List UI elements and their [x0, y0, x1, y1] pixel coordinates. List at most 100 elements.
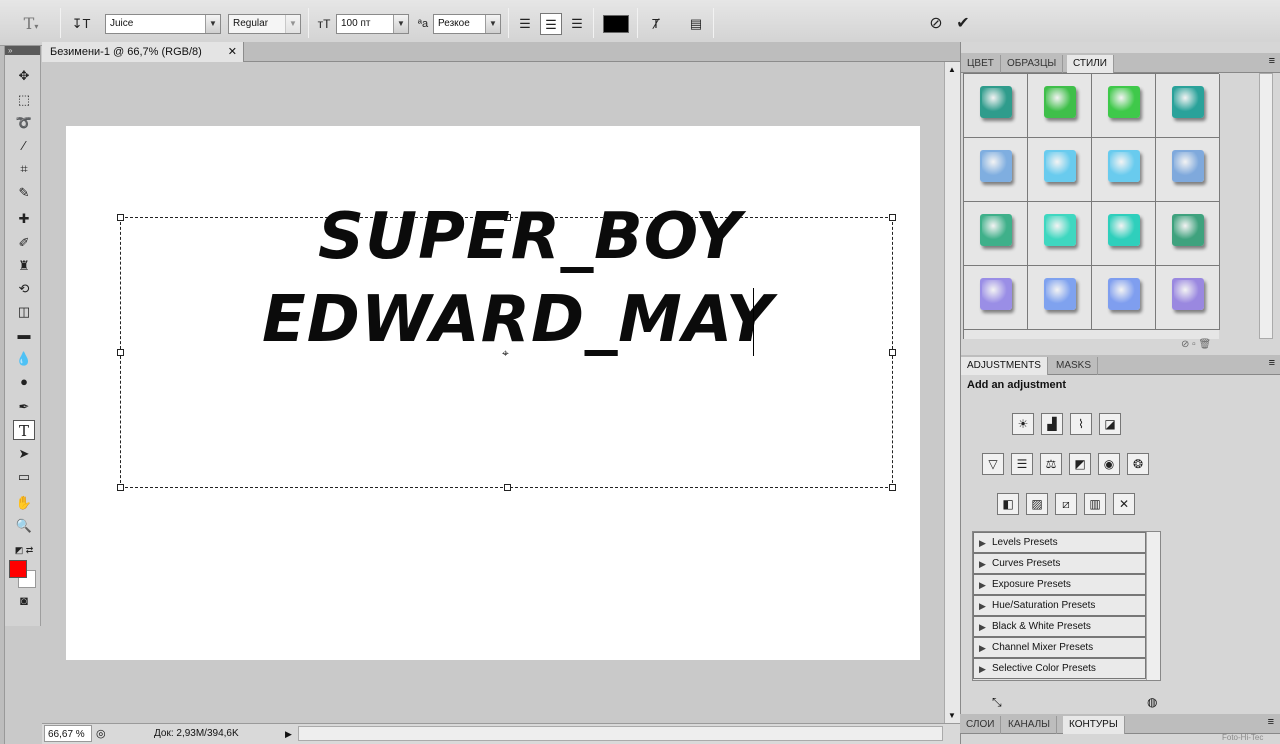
panel-menu-icon[interactable]: ≡	[1269, 357, 1275, 369]
curves-icon[interactable]: ⌇	[1070, 413, 1092, 435]
eyedropper-icon[interactable]: ✎	[13, 183, 35, 203]
invert-icon[interactable]: ◧	[997, 493, 1019, 515]
style-swatch[interactable]	[1156, 74, 1220, 138]
blur-tool-icon[interactable]: 💧	[13, 349, 35, 369]
magic-wand-icon[interactable]: ⁄	[13, 136, 35, 156]
text-line-2[interactable]: EDWARD_MAY	[262, 283, 773, 357]
expand-view-icon[interactable]: ⤡	[992, 695, 1002, 710]
preset-item[interactable]: ▶ Hue/Saturation Presets	[973, 595, 1146, 616]
marquee-tool-icon[interactable]: ⬚	[13, 90, 35, 110]
cancel-icon[interactable]: ⊘	[925, 13, 947, 35]
exposure-icon[interactable]: ◪	[1099, 413, 1121, 435]
font-family-select[interactable]: Juice ▼	[105, 14, 221, 34]
close-icon[interactable]: ✕	[228, 42, 237, 62]
tab-color[interactable]: ЦВЕТ	[961, 55, 1001, 73]
type-tool-icon[interactable]: T	[13, 420, 35, 440]
style-swatch[interactable]	[1028, 74, 1092, 138]
hue-saturation-icon[interactable]: ☰	[1011, 453, 1033, 475]
style-swatch[interactable]	[1092, 74, 1156, 138]
document-tab[interactable]: Безимени-1 @ 66,7% (RGB/8) ✕	[42, 42, 244, 62]
threshold-icon[interactable]: ⧄	[1055, 493, 1077, 515]
tab-adjustments[interactable]: ADJUSTMENTS	[961, 357, 1048, 375]
style-swatch[interactable]	[1028, 138, 1092, 202]
expand-triangle-icon[interactable]: ▶	[979, 575, 986, 595]
align-right-icon[interactable]: ☰	[566, 13, 588, 35]
tab-layers[interactable]: СЛОИ	[960, 716, 1002, 734]
text-color-swatch[interactable]	[603, 15, 629, 33]
style-swatch[interactable]	[1092, 138, 1156, 202]
preset-item[interactable]: ▶ Levels Presets	[973, 532, 1146, 553]
transform-handle[interactable]	[504, 484, 511, 491]
default-colors-icon[interactable]: ◩ ⇄	[13, 540, 35, 560]
warp-text-icon[interactable]: Ⱦ	[645, 13, 667, 35]
healing-brush-icon[interactable]: ✚	[13, 209, 35, 229]
expand-triangle-icon[interactable]: ▶	[979, 638, 986, 658]
align-center-icon[interactable]: ☰	[540, 13, 562, 35]
transform-handle[interactable]	[889, 484, 896, 491]
tools-header[interactable]: »	[5, 46, 40, 55]
text-line-1[interactable]: SUPER_BOY	[318, 200, 742, 274]
font-style-select[interactable]: Regular ▼	[228, 14, 301, 34]
expand-triangle-icon[interactable]: ▶	[979, 617, 986, 637]
style-swatch[interactable]	[1028, 266, 1092, 330]
transform-handle[interactable]	[889, 349, 896, 356]
levels-icon[interactable]: ▟	[1041, 413, 1063, 435]
preset-item[interactable]: ▶ Black & White Presets	[973, 616, 1146, 637]
hand-tool-icon[interactable]: ✋	[13, 493, 35, 513]
transform-handle[interactable]	[117, 349, 124, 356]
styles-footer-icons[interactable]: ⊘ ▫ 🗑	[1181, 339, 1211, 350]
scroll-up-icon[interactable]: ▲	[948, 65, 956, 74]
lasso-tool-icon[interactable]: ➰	[13, 113, 35, 133]
expand-triangle-icon[interactable]: ▶	[979, 533, 986, 553]
tab-styles[interactable]: СТИЛИ	[1067, 55, 1114, 73]
foreground-color-swatch[interactable]	[9, 560, 27, 578]
panel-menu-icon[interactable]: ≡	[1268, 716, 1274, 728]
brightness-contrast-icon[interactable]: ☀	[1012, 413, 1034, 435]
style-swatch[interactable]	[964, 138, 1028, 202]
antialias-select[interactable]: Резкое ▼	[433, 14, 501, 34]
zoom-tool-icon[interactable]: 🔍	[13, 516, 35, 536]
dodge-tool-icon[interactable]: ●	[13, 372, 35, 392]
pen-tool-icon[interactable]: ✒	[13, 397, 35, 417]
style-swatch[interactable]	[964, 74, 1028, 138]
style-swatch[interactable]	[964, 202, 1028, 266]
toggle-text-orientation-icon[interactable]: ↧T	[70, 13, 92, 35]
style-swatch[interactable]	[1156, 138, 1220, 202]
font-size-select[interactable]: 100 пт ▼	[336, 14, 409, 34]
style-swatch[interactable]	[964, 266, 1028, 330]
transform-handle[interactable]	[117, 484, 124, 491]
vibrance-icon[interactable]: ▽	[982, 453, 1004, 475]
preset-item[interactable]: ▶ Channel Mixer Presets	[973, 637, 1146, 658]
transform-handle[interactable]	[889, 214, 896, 221]
tab-swatches[interactable]: ОБРАЗЦЫ	[1001, 55, 1064, 73]
status-menu-icon[interactable]: ▶	[285, 725, 292, 743]
status-info-icon[interactable]: ◎	[96, 725, 106, 743]
preset-item[interactable]: ▶ Curves Presets	[973, 553, 1146, 574]
style-swatch[interactable]	[1092, 266, 1156, 330]
crop-tool-icon[interactable]: ⌗	[13, 159, 35, 179]
eraser-icon[interactable]: ◫	[13, 302, 35, 322]
black-white-icon[interactable]: ◩	[1069, 453, 1091, 475]
gradient-tool-icon[interactable]: ▬	[13, 325, 35, 345]
expand-triangle-icon[interactable]: ▶	[979, 659, 986, 679]
scroll-down-icon[interactable]: ▼	[948, 711, 956, 720]
style-swatch[interactable]	[1156, 266, 1220, 330]
brush-tool-icon[interactable]: ✐	[13, 233, 35, 253]
clone-stamp-icon[interactable]: ♜	[13, 256, 35, 276]
move-tool-icon[interactable]: ✥	[13, 66, 35, 86]
styles-scrollbar[interactable]	[1259, 73, 1273, 339]
color-balance-icon[interactable]: ⚖	[1040, 453, 1062, 475]
panel-menu-icon[interactable]: ≡	[1269, 55, 1275, 67]
expand-triangle-icon[interactable]: ▶	[979, 596, 986, 616]
align-left-icon[interactable]: ☰	[514, 13, 536, 35]
style-swatch[interactable]	[1092, 202, 1156, 266]
presets-scrollbar[interactable]	[1146, 532, 1160, 680]
shape-tool-icon[interactable]: ▭	[13, 467, 35, 487]
photo-filter-icon[interactable]: ◉	[1098, 453, 1120, 475]
path-selection-icon[interactable]: ➤	[13, 444, 35, 464]
channel-mixer-icon[interactable]: ❂	[1127, 453, 1149, 475]
commit-icon[interactable]: ✔	[952, 13, 974, 35]
tab-paths[interactable]: КОНТУРЫ	[1063, 716, 1125, 734]
vertical-scrollbar[interactable]: ▲ ▼	[944, 62, 960, 723]
selective-color-icon[interactable]: ✕	[1113, 493, 1135, 515]
